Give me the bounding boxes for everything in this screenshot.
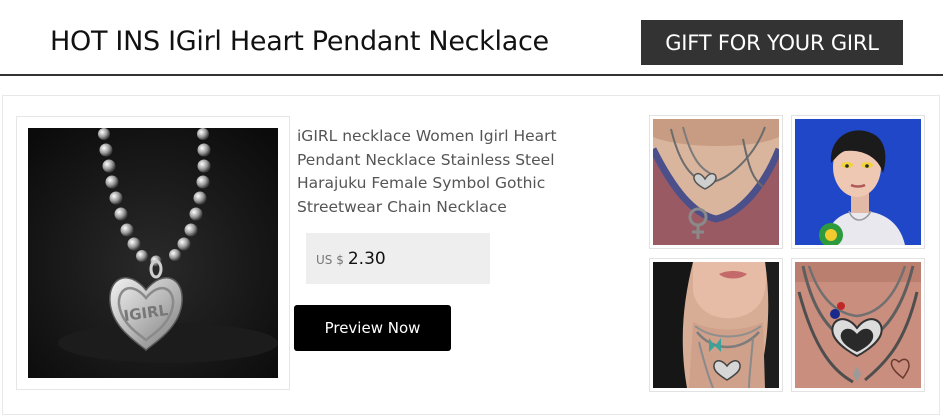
product-description: iGIRL necklace Women Igirl Heart Pendant… <box>297 127 557 216</box>
thumbnail-3[interactable] <box>649 258 783 392</box>
price-currency: US $ <box>316 252 344 267</box>
model-neck-chains-photo <box>653 119 779 245</box>
price-value: 2.30 <box>347 248 386 269</box>
thumbnail-4[interactable] <box>791 258 925 392</box>
model-lips-chains-photo <box>653 262 779 388</box>
thumbnail-1[interactable] <box>649 115 783 249</box>
price-box: US $ 2.30 <box>306 233 490 284</box>
layered-chains-closeup-photo <box>795 262 921 388</box>
header-divider <box>0 74 943 76</box>
heart-pendant-necklace-photo[interactable]: IGIRL <box>28 128 278 378</box>
page-title: HOT INS IGirl Heart Pendant Necklace <box>50 26 549 57</box>
preview-now-button[interactable]: Preview Now <box>294 305 451 351</box>
main-image-frame[interactable]: IGIRL <box>16 116 290 390</box>
gift-badge: GIFT FOR YOUR GIRL <box>641 20 903 65</box>
thumbnail-2[interactable] <box>791 115 925 249</box>
model-blue-wall-photo <box>795 119 921 245</box>
